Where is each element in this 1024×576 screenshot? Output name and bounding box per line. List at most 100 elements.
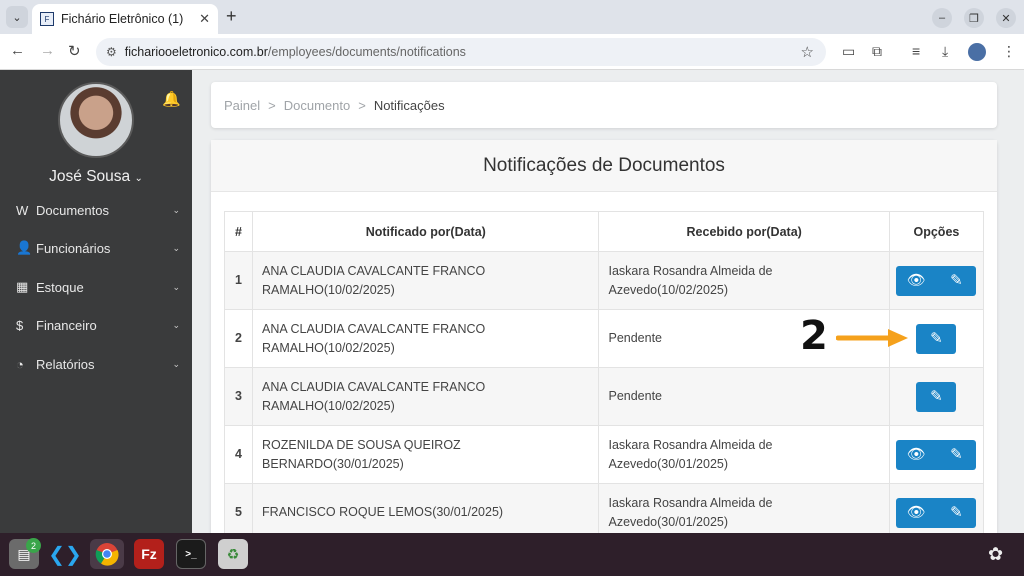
received-by-cell: Pendente — [598, 367, 890, 426]
user-avatar — [58, 82, 134, 158]
browser-tab-strip: ⌄ F Fichário Eletrônico (1) ✕ + – ❐ ✕ — [0, 0, 1024, 34]
main-content: Painel > Documento > Notificações Notifi… — [192, 70, 1024, 533]
page-title: Notificações de Documentos — [211, 140, 997, 192]
terminal-app-icon[interactable]: >_ — [176, 539, 206, 569]
file-word-icon: W — [16, 202, 29, 218]
system-menu-icon[interactable]: ✿ — [988, 544, 1003, 565]
sidebar-item-estoque[interactable]: ▦ Estoque ⌄ — [16, 275, 180, 299]
filezilla-app-icon[interactable]: Fz — [134, 539, 164, 569]
options-cell: 👁 ✎ — [888, 425, 985, 484]
reload-icon[interactable]: ↻ — [68, 42, 81, 60]
site-favicon-icon: F — [40, 12, 54, 26]
sidebar-item-label: Estoque — [36, 279, 84, 295]
sidebar-item-funcionarios[interactable]: 👤 Funcionários ⌄ — [16, 236, 180, 260]
browser-tab[interactable]: F Fichário Eletrônico (1) ✕ — [32, 4, 218, 34]
chevron-down-icon: ⌄ — [172, 281, 180, 292]
chevron-down-icon: ⌄ — [134, 173, 143, 184]
sidebar-item-label: Documentos — [36, 202, 109, 218]
new-tab-plus-icon[interactable]: + — [226, 6, 237, 27]
close-tab-icon[interactable]: ✕ — [199, 11, 210, 27]
chevron-down-icon: ⌄ — [172, 319, 180, 330]
edit-button[interactable]: ✎ — [936, 265, 977, 296]
browser-toolbar: ← → ↻ ⚙ fichariooeletronico.com.br/emplo… — [0, 34, 1024, 70]
edit-button[interactable]: ✎ — [916, 323, 957, 354]
user-name: José Sousa — [49, 168, 131, 185]
column-header-num: # — [223, 211, 254, 252]
row-number: 3 — [223, 367, 254, 426]
chrome-logo-icon — [95, 543, 119, 566]
notification-badge: 2 — [26, 538, 41, 553]
user-menu[interactable]: José Sousa ⌄ — [0, 168, 192, 186]
download-icon[interactable]: ⤓ — [942, 43, 948, 60]
sidebar-item-relatorios[interactable]: ◔ Relatórios ⌄ — [16, 352, 180, 376]
edit-icon: ✎ — [950, 272, 963, 289]
breadcrumb-painel[interactable]: Painel — [224, 98, 260, 113]
row-number: 1 — [223, 251, 254, 310]
notified-by-cell: ANA CLAUDIA CAVALCANTE FRANCO RAMALHO(10… — [252, 367, 600, 426]
cast-icon[interactable]: ▭ — [842, 43, 855, 60]
chrome-app-icon[interactable] — [90, 539, 124, 569]
view-button[interactable]: 👁 — [896, 265, 937, 296]
chevron-down-icon: ⌄ — [172, 242, 180, 253]
edit-button[interactable]: ✎ — [936, 439, 977, 470]
sidebar-item-label: Relatórios — [36, 356, 95, 372]
notification-bell-icon[interactable]: 🔔 — [162, 90, 181, 108]
breadcrumb: Painel > Documento > Notificações — [211, 82, 997, 128]
received-by-cell: Iaskara Rosandra Almeida de Azevedo(10/0… — [598, 251, 890, 310]
breadcrumb-documento[interactable]: Documento — [284, 98, 350, 113]
edit-icon: ✎ — [950, 446, 963, 463]
forward-arrow-icon[interactable]: → — [40, 42, 55, 59]
minimize-window-icon[interactable]: – — [932, 8, 952, 28]
site-settings-icon[interactable]: ⚙ — [106, 45, 117, 59]
sidebar-item-documentos[interactable]: W Documentos ⌄ — [16, 198, 180, 222]
edit-button[interactable]: ✎ — [916, 381, 957, 412]
bookmark-star-icon[interactable]: ☆ — [801, 43, 814, 61]
restore-window-icon[interactable]: ❐ — [964, 8, 984, 28]
close-window-icon[interactable]: ✕ — [996, 8, 1016, 28]
notified-by-cell: ANA CLAUDIA CAVALCANTE FRANCO RAMALHO(10… — [252, 251, 600, 310]
tab-search-chevron-icon[interactable]: ⌄ — [6, 6, 28, 28]
received-by-cell: Iaskara Rosandra Almeida de Azevedo(30/0… — [598, 425, 890, 484]
column-header-options: Opções — [888, 211, 985, 252]
taskbar: ▤ 2 ❮❯ Fz >_ ♻ ✿ — [0, 533, 1024, 576]
breadcrumb-separator: > — [358, 97, 366, 113]
breadcrumb-current: Notificações — [373, 97, 445, 113]
table-row: 1 ANA CLAUDIA CAVALCANTE FRANCO RAMALHO(… — [223, 251, 985, 310]
url-path: /employees/documents/notifications — [267, 45, 466, 59]
address-bar[interactable]: ⚙ fichariooeletronico.com.br/employees/d… — [96, 38, 826, 66]
options-cell: 👁 ✎ — [888, 483, 985, 533]
trash-app-icon[interactable]: ♻ — [218, 539, 248, 569]
annotation-step-number: 2 — [800, 313, 828, 359]
edit-icon: ✎ — [930, 388, 943, 405]
edit-icon: ✎ — [930, 330, 943, 347]
back-arrow-icon[interactable]: ← — [10, 42, 25, 59]
breadcrumb-separator: > — [268, 97, 276, 113]
row-number: 5 — [223, 483, 254, 533]
row-number: 2 — [223, 309, 254, 368]
column-header-received: Recebido por(Data) — [598, 211, 890, 252]
extensions-puzzle-icon[interactable]: ⧉ — [872, 43, 882, 60]
sidebar-item-label: Funcionários — [36, 240, 111, 256]
sidebar-item-financeiro[interactable]: $ Financeiro ⌄ — [16, 313, 180, 337]
view-button[interactable]: 👁 — [896, 439, 937, 470]
browser-menu-icon[interactable]: ⋮ — [1002, 43, 1016, 60]
edit-button[interactable]: ✎ — [936, 497, 977, 528]
received-by-cell: Iaskara Rosandra Almeida de Azevedo(30/0… — [598, 483, 890, 533]
media-queue-icon[interactable]: ≡ — [912, 43, 920, 59]
table-header-row: # Notificado por(Data) Recebido por(Data… — [223, 211, 985, 252]
cubes-icon: ▦ — [16, 279, 29, 294]
column-header-notified: Notificado por(Data) — [252, 211, 600, 252]
eye-icon: 👁 — [906, 446, 926, 463]
url-host: fichariooeletronico.com.br — [124, 45, 268, 59]
view-button[interactable]: 👁 — [896, 497, 937, 528]
vscode-app-icon[interactable]: ❮❯ — [48, 539, 82, 569]
profile-avatar-icon[interactable] — [968, 43, 986, 61]
notified-by-cell: ROZENILDA DE SOUSA QUEIROZ BERNARDO(30/0… — [252, 425, 600, 484]
sidebar-item-label: Financeiro — [36, 317, 97, 333]
eye-icon: 👁 — [906, 504, 926, 521]
options-cell: ✎ — [888, 367, 985, 426]
notified-by-cell: ANA CLAUDIA CAVALCANTE FRANCO RAMALHO(10… — [252, 309, 600, 368]
user-icon: 👤 — [16, 240, 33, 255]
table-row: 3 ANA CLAUDIA CAVALCANTE FRANCO RAMALHO(… — [223, 367, 985, 426]
table-row: 4 ROZENILDA DE SOUSA QUEIROZ BERNARDO(30… — [223, 425, 985, 484]
